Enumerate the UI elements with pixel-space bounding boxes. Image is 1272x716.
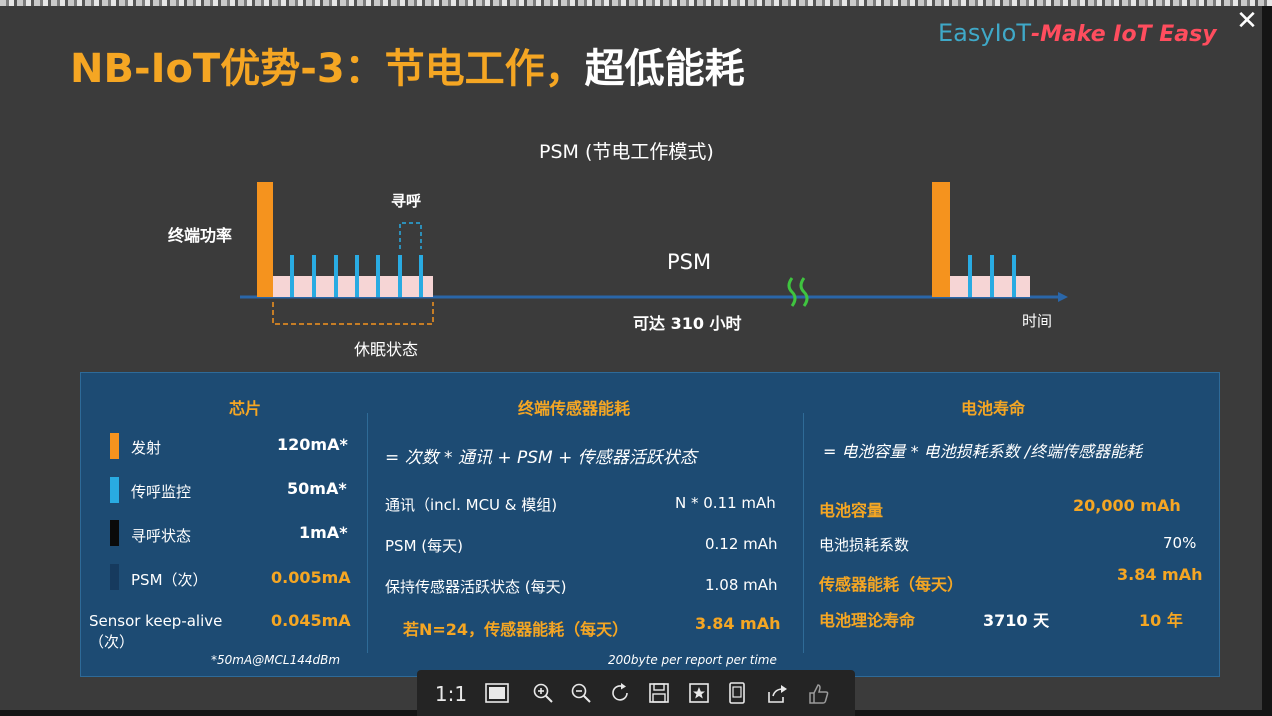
chip-row-value: 50mA* [287,479,347,498]
transmit-swatch [110,433,119,459]
panel-divider [803,413,804,653]
sleep-band [273,276,433,297]
zoom-out-icon[interactable] [567,680,595,708]
slide: NB-IoT优势-3：节电工作，超低能耗 EasyIoT-Make IoT Ea… [0,6,1262,710]
chip-row-name: PSM（次） [131,571,208,589]
actual-size-button[interactable]: 1:1 [431,680,471,708]
rotate-icon[interactable] [607,680,635,708]
battery-sensor-value: 3.84 mAh [1117,565,1203,584]
paging-label: 寻呼 [391,192,422,210]
chip-row-value: 0.005mA [271,568,351,587]
paging-state-swatch [110,520,119,546]
transmit-bar [257,182,273,297]
battery-capacity-label: 电池容量 [819,501,884,520]
battery-capacity-value: 20,000 mAh [1073,496,1181,515]
time-break-icon [787,277,797,307]
sensor-result-value: 3.84 mAh [695,614,781,633]
share-icon[interactable] [763,680,791,708]
power-label: 终端功率 [168,226,233,245]
battery-loss-label: 电池损耗系数 [819,536,910,554]
chip-row-value: 120mA* [277,435,348,454]
psm-label: PSM [667,250,712,274]
paging-pulse [419,255,423,297]
chip-header: 芯片 [229,399,262,418]
time-label: 时间 [1022,312,1053,330]
sensor-row-name: 通讯（incl. MCU & 模组) [385,496,558,514]
power-consumption-panel: 芯片 发射 120mA* 传呼监控 50mA* 寻呼状态 1mA* PSM（次）… [80,372,1220,677]
time-axis-arrow [1058,292,1068,302]
paging-pulse [312,255,316,297]
keepalive-name-suffix: （次） [89,633,135,651]
battery-header: 电池寿命 [961,399,1026,418]
battery-loss-value: 70% [1163,534,1197,552]
battery-life-days: 3710 天 [983,611,1050,630]
fit-icon[interactable] [483,680,511,708]
psm-swatch [110,564,119,590]
sleep-dashed-bracket [272,302,434,325]
paging-pulse [990,255,994,297]
keepalive-value: 0.045mA [271,611,351,630]
chip-row-name: 寻呼状态 [131,527,192,545]
paging-monitor-swatch [110,477,119,503]
keepalive-name: Sensor keep-alive [89,612,223,630]
like-icon[interactable] [805,680,833,708]
fullscreen-icon[interactable] [723,680,751,708]
chip-row-name: 发射 [131,439,162,457]
battery-life-label: 电池理论寿命 [819,611,916,630]
sensor-row-name: PSM (每天) [385,537,463,555]
psm-timeline-diagram [240,182,1068,325]
sensor-header: 终端传感器能耗 [518,399,631,418]
sensor-formula: = 次数 * 通讯 + PSM + 传感器活跃状态 [385,448,697,468]
battery-formula: = 电池容量 * 电池损耗系数 /终端传感器能耗 [823,442,1143,461]
sensor-row-value: 0.12 mAh [705,535,778,553]
paging-pulse [355,255,359,297]
paging-pulse [398,255,402,297]
chip-row-name: 传呼监控 [131,483,192,501]
save-icon[interactable] [645,680,673,708]
sensor-row-value: 1.08 mAh [705,576,778,594]
chip-footnote: *50mA@MCL144dBm [211,653,341,667]
chip-row-value: 1mA* [299,523,348,542]
paging-pulse [290,255,294,297]
diagram-heading: PSM (节电工作模式) [539,141,714,163]
battery-life-years: 10 年 [1139,611,1183,630]
zoom-in-icon[interactable] [529,680,557,708]
sensor-result-label: 若N=24，传感器能耗（每天） [403,620,629,639]
sensor-row-value: N * 0.11 mAh [675,494,776,512]
viewer-toolbar: 1:1 [417,670,855,716]
paging-pulse [968,255,972,297]
paging-dashed-marker [399,222,422,249]
panel-divider [367,413,368,653]
battery-sensor-label: 传感器能耗（每天） [819,575,964,594]
paging-pulse [334,255,338,297]
favorite-icon[interactable] [685,680,713,708]
transmit-bar [932,182,950,297]
sensor-row-name: 保持传感器活跃状态 (每天) [385,578,567,596]
paging-pulse [376,255,380,297]
time-break-icon [799,277,809,307]
paging-pulse [1012,255,1016,297]
duration-label: 可达 310 小时 [633,314,742,333]
sensor-footnote: 200byte per report per time [608,653,777,667]
sleep-label: 休眠状态 [354,340,419,359]
close-icon[interactable]: ✕ [1230,4,1264,38]
